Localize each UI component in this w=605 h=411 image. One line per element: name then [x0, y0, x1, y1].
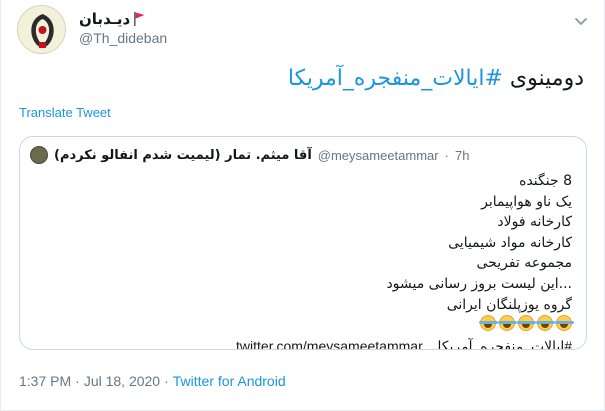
quoted-author-display-name: آقا میثم. تمار (لیمیت شدم انفالو نکردم) [54, 147, 312, 163]
tweet-date[interactable]: Jul 18, 2020 [84, 373, 160, 389]
flag-icon [134, 12, 145, 26]
tears-of-joy-emoji-icon [479, 315, 498, 332]
quoted-tweet-body: 8 جنگنده یک ناو هواپیمابر کارخانه فولاد … [236, 171, 574, 350]
tears-of-joy-emoji-icon [498, 315, 517, 332]
quoted-emoji-row [236, 315, 574, 336]
author-handle[interactable]: @Th_dideban [79, 30, 167, 46]
tears-of-joy-emoji-icon [536, 315, 555, 332]
quoted-line: کارخانه مواد شیمیایی [448, 234, 572, 251]
tweet-card: دیـدبان @Th_dideban دومینوی #ایالات_منفج… [0, 0, 605, 411]
quoted-author-avatar [30, 146, 48, 164]
quoted-tweet-header: آقا میثم. تمار (لیمیت شدم انفالو نکردم) … [30, 146, 576, 164]
quoted-link: twitter.com/meysameetammar... [236, 337, 434, 350]
quoted-hashtag: #ایالات_منفجره_آمریکا [437, 337, 572, 350]
translate-tweet-link[interactable]: Translate Tweet [19, 105, 111, 120]
tweet-text: دومینوی #ایالات_منفجره_آمریکا [288, 66, 584, 91]
author-avatar[interactable] [17, 5, 66, 54]
tears-of-joy-emoji-icon [517, 315, 536, 332]
tweet-hashtag-link[interactable]: #ایالات_منفجره_آمریکا [288, 66, 503, 91]
quoted-author-handle: @meysameetammar [317, 147, 439, 163]
quoted-line: مجموعه تفریحی [476, 255, 572, 272]
quoted-separator: · [444, 147, 449, 163]
meta-separator: · [164, 373, 169, 389]
tweet-text-prefix: دومینوی [502, 66, 584, 91]
tweet-time[interactable]: 1:37 PM [19, 373, 71, 389]
quoted-last-line: #ایالات_منفجره_آمریکا twitter.com/meysam… [236, 336, 572, 350]
meta-separator: · [75, 373, 80, 389]
quoted-tweet[interactable]: آقا میثم. تمار (لیمیت شدم انفالو نکردم) … [19, 136, 587, 350]
author-avatar-logo [18, 6, 65, 53]
author-name-row[interactable]: دیـدبان [79, 9, 146, 29]
quoted-line: گروه یوزپلنگان ایرانی [446, 296, 572, 313]
quoted-line: کارخانه فولاد [497, 214, 572, 231]
tears-of-joy-emoji-icon [555, 315, 574, 332]
chevron-down-icon[interactable] [572, 12, 590, 30]
quoted-line: یک ناو هواپیمابر [481, 193, 572, 210]
quoted-line: 8 جنگنده [519, 173, 572, 189]
tweet-meta: 1:37 PM · Jul 18, 2020 · Twitter for And… [19, 373, 286, 389]
quoted-time: 7h [454, 147, 470, 163]
tweet-source-link[interactable]: Twitter for Android [173, 373, 286, 389]
quoted-line: ...این لیست بروز رسانی میشود [386, 275, 572, 292]
author-display-name[interactable]: دیـدبان [79, 10, 130, 28]
